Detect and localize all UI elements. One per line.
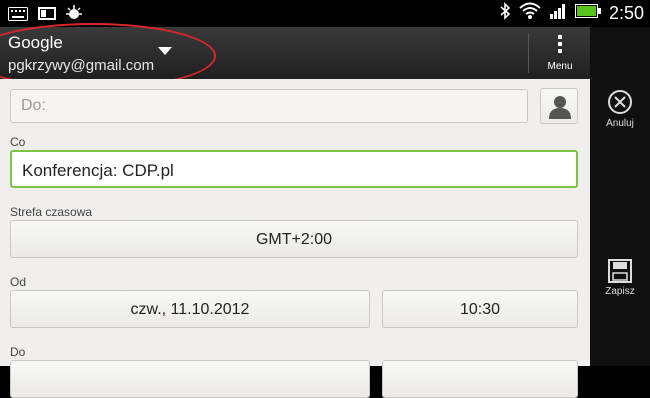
divider [528, 33, 529, 73]
event-form: Do: Co Konferencja: CDP.pl Strefa czasow… [0, 79, 590, 398]
screen-icon [38, 7, 56, 26]
to-label: Do [10, 345, 26, 359]
clock: 2:50 [608, 3, 644, 23]
person-icon [549, 96, 571, 119]
contact-picker-button[interactable] [540, 88, 578, 124]
timezone-label: Strefa czasowa [10, 205, 93, 219]
menu-button[interactable]: Menu [530, 27, 590, 79]
from-date-value: czw., 11.10.2012 [130, 301, 250, 318]
timezone-value: GMT+2:00 [255, 231, 333, 248]
from-date-button[interactable]: czw., 11.10.2012 [10, 290, 370, 328]
cancel-label: Anuluj [606, 118, 634, 129]
action-sidebar: Anuluj Zapisz [590, 27, 650, 366]
overflow-menu-icon [558, 35, 562, 56]
from-time-button[interactable]: 10:30 [382, 290, 578, 328]
app-bar: Google pgkrzywy@gmail.com Menu [0, 23, 590, 89]
recipients-placeholder: Do: [21, 97, 46, 114]
cancel-button[interactable]: Anuluj [590, 89, 650, 129]
subject-label: Co [10, 135, 26, 149]
signal-icon [549, 3, 567, 24]
save-label: Zapisz [605, 286, 635, 297]
subject-input[interactable]: Konferencja: CDP.pl [10, 150, 578, 188]
cancel-icon [608, 90, 632, 114]
save-button[interactable]: Zapisz [590, 259, 650, 297]
from-time-value: 10:30 [459, 301, 501, 318]
recipients-input[interactable]: Do: [10, 89, 528, 123]
subject-value: Konferencja: CDP.pl [22, 161, 174, 180]
timezone-button[interactable]: GMT+2:00 [10, 220, 578, 258]
menu-label: Menu [547, 61, 573, 72]
from-label: Od [10, 275, 27, 289]
bluetooth-icon [499, 2, 511, 25]
battery-icon [574, 4, 601, 23]
keyboard-icon [8, 7, 28, 26]
save-icon [608, 259, 632, 283]
wifi-icon [519, 2, 541, 25]
